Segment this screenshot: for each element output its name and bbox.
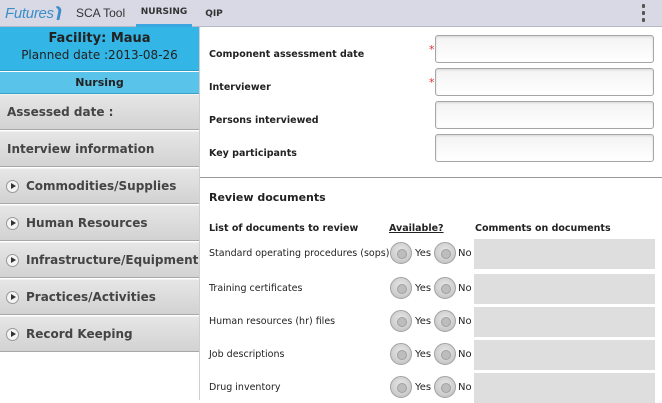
yes-radio[interactable] [390,277,412,299]
no-radio[interactable] [434,242,456,264]
action-bar: Futures SCA Tool NURSING QIP [0,0,662,27]
comment-field[interactable] [474,373,655,403]
document-row: Human resources (hr) files Yes No [200,307,662,337]
facility-name: Facility: Maua [48,31,151,46]
sidebar-item-interview-information[interactable]: Interview information [0,131,199,167]
sidebar-item-label: Record Keeping [26,327,133,341]
no-label: No [458,349,472,360]
sidebar-item-practices-activities[interactable]: Practices/Activities [0,279,199,315]
tab-nursing[interactable]: NURSING [136,0,192,27]
required-mark: * [429,76,435,89]
comments-column-header: Comments on documents [475,223,611,234]
logo-text: Futures [5,4,54,22]
document-name: Standard operating procedures (sops) [209,248,390,259]
yes-label: Yes [415,349,432,360]
document-row: Drug inventory Yes No [200,373,662,403]
sidebar-item-label: Practices/Activities [26,290,156,304]
app-title: SCA Tool [76,6,126,20]
yes-label: Yes [415,283,432,294]
sidebar-item-label: Commodities/Supplies [26,179,177,193]
comment-field[interactable] [474,340,655,370]
sidebar-item-infrastructure-equipment[interactable]: Infrastructure/Equipment [0,242,199,278]
document-name: Drug inventory [209,382,281,393]
yes-radio[interactable] [390,242,412,264]
no-radio[interactable] [434,343,456,365]
sidebar-item-human-resources[interactable]: Human Resources [0,205,199,241]
component-assessment-date-field[interactable] [435,35,654,63]
key-participants-field[interactable] [435,134,654,162]
persons-interviewed-field[interactable] [435,101,654,129]
chevron-right-circle-icon [6,253,19,267]
sidebar-item-label: Assessed date : [7,105,114,119]
document-name: Training certificates [209,283,303,294]
no-label: No [458,248,472,259]
component-assessment-date-label: Component assessment date [209,49,365,60]
no-radio[interactable] [434,310,456,332]
yes-radio[interactable] [390,343,412,365]
chevron-right-circle-icon [6,327,19,341]
yes-radio[interactable] [390,376,412,398]
document-name: Job descriptions [209,349,285,360]
sidebar-item-record-keeping[interactable]: Record Keeping [0,316,199,352]
key-participants-label: Key participants [209,148,297,159]
comment-field[interactable] [474,274,655,304]
required-mark: * [429,43,435,56]
tab-qip[interactable]: QIP [200,0,228,27]
yes-radio[interactable] [390,310,412,332]
document-row: Standard operating procedures (sops) Yes… [200,239,662,269]
sidebar: Facility: Maua Planned date :2013-08-26 … [0,27,199,400]
yes-label: Yes [415,382,432,393]
no-radio[interactable] [434,277,456,299]
section-divider [200,177,662,178]
no-label: No [458,382,472,393]
form-panel: Component assessment date * Interviewer … [199,27,662,403]
interviewer-label: Interviewer [209,82,271,93]
document-row: Training certificates Yes No [200,274,662,304]
yes-label: Yes [415,248,432,259]
review-documents-title: Review documents [209,191,326,204]
persons-interviewed-label: Persons interviewed [209,115,319,126]
logo-mark-icon [53,6,63,20]
available-column-header: Available? [389,223,444,234]
comment-field[interactable] [474,307,655,337]
documents-column-header: List of documents to review [209,223,359,234]
yes-label: Yes [415,316,432,327]
sidebar-item-label: Infrastructure/Equipment [26,253,199,267]
document-row: Job descriptions Yes No [200,340,662,370]
interviewer-field[interactable] [435,68,654,96]
chevron-right-circle-icon [6,179,19,193]
chevron-right-circle-icon [6,290,19,304]
chevron-right-circle-icon [6,216,19,230]
comment-field[interactable] [474,239,655,269]
sidebar-item-label: Human Resources [26,216,148,230]
no-radio[interactable] [434,376,456,398]
section-label-nursing: Nursing [0,72,199,94]
sidebar-item-assessed-date[interactable]: Assessed date : [0,94,199,130]
no-label: No [458,283,472,294]
futures-logo: Futures [5,3,63,23]
sidebar-item-commodities-supplies[interactable]: Commodities/Supplies [0,168,199,204]
planned-date: Planned date :2013-08-26 [21,48,178,62]
document-name: Human resources (hr) files [209,316,336,327]
overflow-menu-icon[interactable] [641,4,645,22]
sidebar-item-label: Interview information [7,142,155,156]
no-label: No [458,316,472,327]
facility-header: Facility: Maua Planned date :2013-08-26 [0,27,199,71]
